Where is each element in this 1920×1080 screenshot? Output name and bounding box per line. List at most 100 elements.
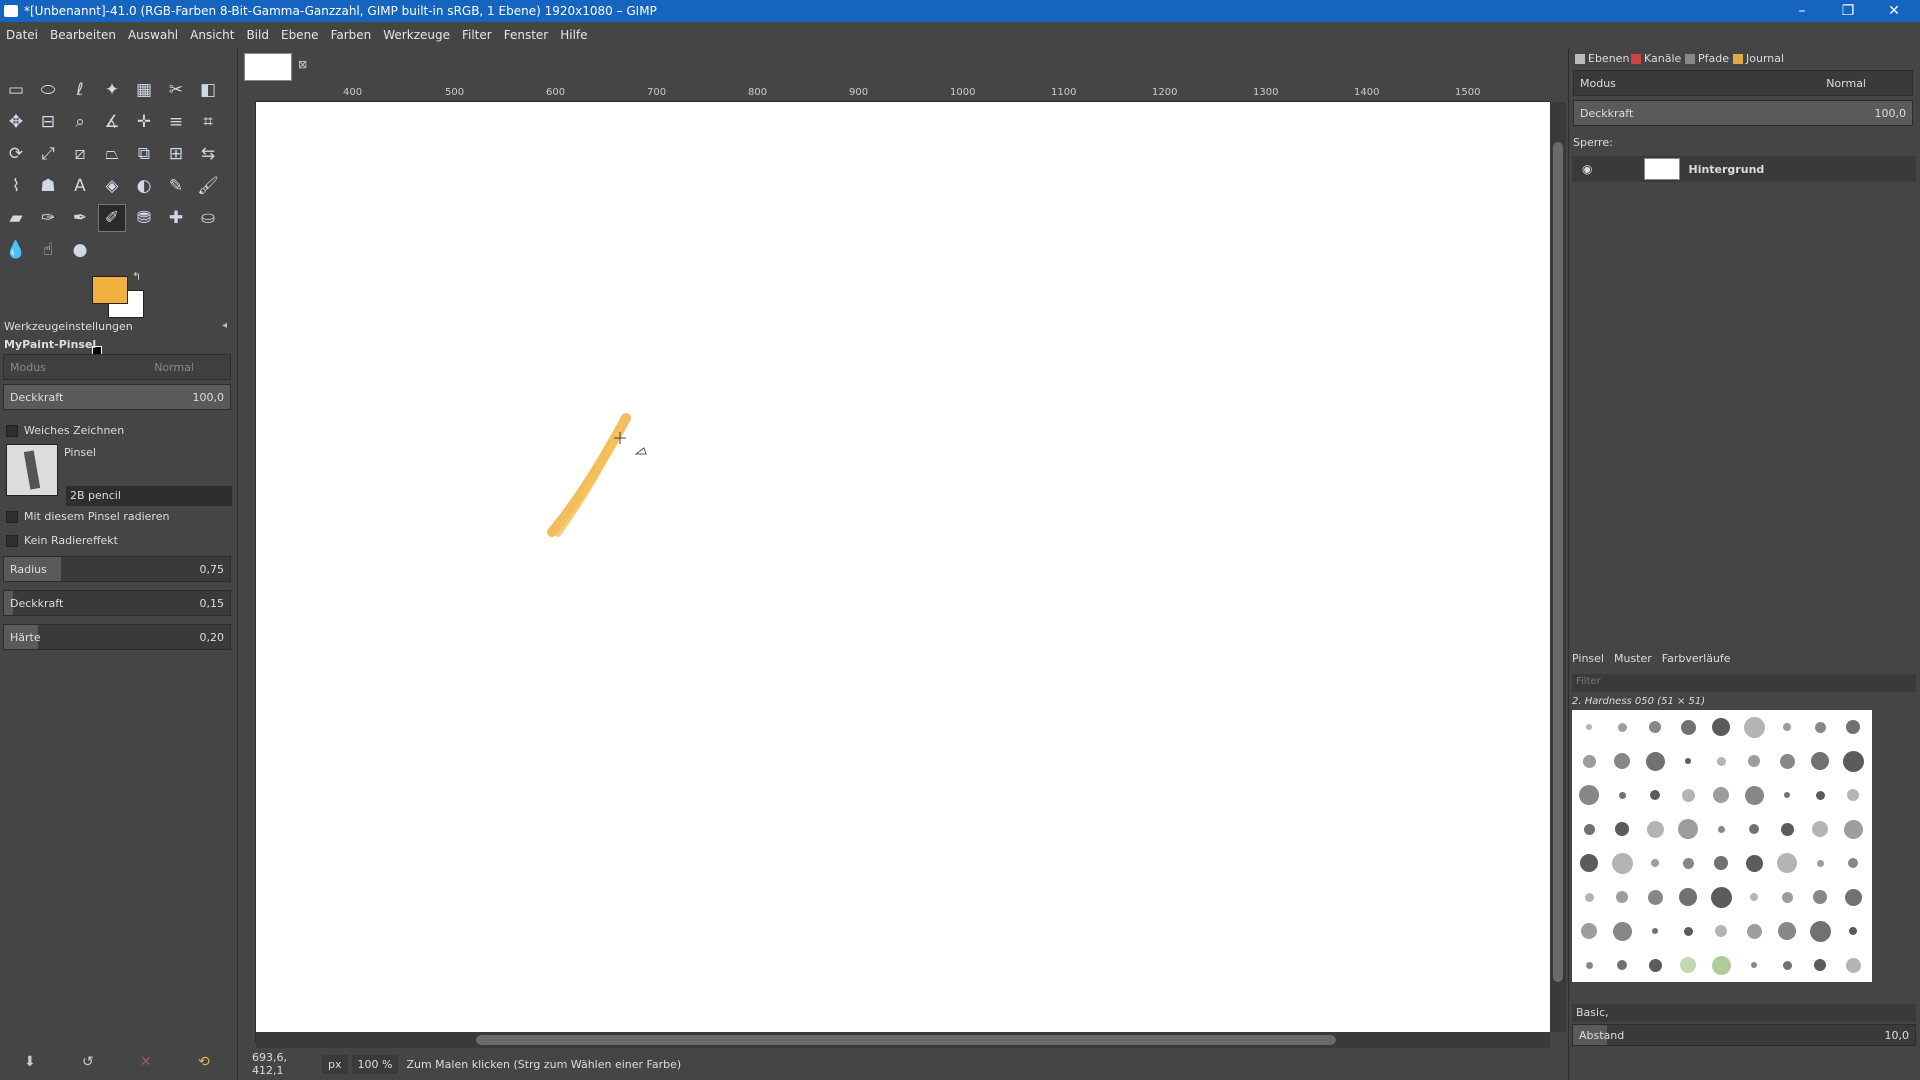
brush-cell[interactable] xyxy=(1640,916,1670,946)
brush-cell[interactable] xyxy=(1805,950,1835,980)
panel-menu-icon[interactable]: ◂ xyxy=(222,320,227,331)
unified-transform-icon[interactable]: ⧉ xyxy=(130,140,158,168)
visibility-eye-icon[interactable]: ◉ xyxy=(1582,162,1592,176)
smudge-icon[interactable]: ☝ xyxy=(34,236,62,264)
warp-icon[interactable]: ⌇ xyxy=(2,172,30,200)
brush-cell[interactable] xyxy=(1706,746,1736,776)
brush-cell[interactable] xyxy=(1640,882,1670,912)
brush-cell[interactable] xyxy=(1607,814,1637,844)
brush-cell[interactable] xyxy=(1706,882,1736,912)
airbrush-icon[interactable]: ✑ xyxy=(34,204,62,232)
horizontal-scrollbar[interactable] xyxy=(256,1032,1550,1048)
eraser-icon[interactable]: ▰ xyxy=(2,204,30,232)
vertical-scroll-thumb[interactable] xyxy=(1553,142,1563,982)
hardness-slider[interactable]: Härte 0,20 xyxy=(3,624,231,650)
brush-cell[interactable] xyxy=(1673,746,1703,776)
menu-ebene[interactable]: Ebene xyxy=(281,28,319,42)
perspective-icon[interactable]: ⏢ xyxy=(98,140,126,168)
scissors-icon[interactable]: ✂ xyxy=(162,76,190,104)
menu-fenster[interactable]: Fenster xyxy=(504,28,549,42)
brush-cell[interactable] xyxy=(1673,780,1703,810)
brush-cell[interactable] xyxy=(1574,780,1604,810)
layer-mode-select[interactable]: Modus Normal xyxy=(1573,70,1913,96)
brush-cell[interactable] xyxy=(1673,848,1703,878)
minimize-button[interactable]: – xyxy=(1780,0,1824,22)
maximize-button[interactable]: ❐ xyxy=(1826,0,1870,22)
brush-grid[interactable] xyxy=(1572,710,1872,982)
unit-select[interactable]: px xyxy=(322,1054,348,1074)
brush-cell[interactable] xyxy=(1607,780,1637,810)
dodge-burn-icon[interactable]: ● xyxy=(66,236,94,264)
radius-slider[interactable]: Radius 0,75 xyxy=(3,556,231,582)
tab-muster[interactable]: Muster xyxy=(1614,652,1652,665)
close-button[interactable]: ✕ xyxy=(1872,0,1916,22)
gradient-icon[interactable]: ◐ xyxy=(130,172,158,200)
brush-cell[interactable] xyxy=(1706,916,1736,946)
spacing-slider[interactable]: Abstand 10,0 xyxy=(1572,1024,1916,1046)
brush-cell[interactable] xyxy=(1574,882,1604,912)
tab-farbverlaeufe[interactable]: Farbverläufe xyxy=(1662,652,1731,665)
crop-icon[interactable]: ⌗ xyxy=(194,108,222,136)
menu-auswahl[interactable]: Auswahl xyxy=(128,28,178,42)
close-image-tab-icon[interactable]: ⊠ xyxy=(298,58,307,71)
brush-cell[interactable] xyxy=(1706,814,1736,844)
menu-bearbeiten[interactable]: Bearbeiten xyxy=(50,28,116,42)
brush-cell[interactable] xyxy=(1739,916,1769,946)
brush-cell[interactable] xyxy=(1607,712,1637,742)
brush-cell[interactable] xyxy=(1772,950,1802,980)
no-erase-checkbox[interactable]: Kein Radiereffekt xyxy=(6,534,118,547)
tool-options-tab[interactable]: Werkzeugeinstellungen xyxy=(4,320,133,333)
brush-cell[interactable] xyxy=(1838,814,1868,844)
delete-options-icon[interactable]: ✕ xyxy=(140,1054,152,1070)
brush-cell[interactable] xyxy=(1838,780,1868,810)
flip-icon[interactable]: ⇆ xyxy=(194,140,222,168)
zoom-select[interactable]: 100 % xyxy=(351,1054,399,1074)
erase-with-brush-checkbox[interactable]: Mit diesem Pinsel radieren xyxy=(6,510,169,523)
brush-cell[interactable] xyxy=(1673,712,1703,742)
brush-cell[interactable] xyxy=(1772,814,1802,844)
heal-icon[interactable]: ✚ xyxy=(162,204,190,232)
brush-cell[interactable] xyxy=(1772,882,1802,912)
brush-cell[interactable] xyxy=(1673,950,1703,980)
ellipse-select-icon[interactable]: ⬭ xyxy=(34,76,62,104)
save-options-icon[interactable]: ⬇ xyxy=(24,1054,36,1070)
brush-cell[interactable] xyxy=(1607,916,1637,946)
brush-cell[interactable] xyxy=(1739,848,1769,878)
tab-kanaele[interactable]: Kanäle xyxy=(1631,52,1681,65)
swap-colors-icon[interactable]: ↰ xyxy=(132,270,141,283)
brush-cell[interactable] xyxy=(1772,746,1802,776)
brush-filter-input[interactable]: Filter xyxy=(1572,674,1916,692)
tab-ebenen[interactable]: Ebenen xyxy=(1575,52,1629,65)
brush-cell[interactable] xyxy=(1805,712,1835,742)
blur-icon[interactable]: 💧 xyxy=(2,236,30,264)
paintbrush-icon[interactable]: 🖌 xyxy=(194,172,222,200)
menu-filter[interactable]: Filter xyxy=(462,28,492,42)
brush-cell[interactable] xyxy=(1607,848,1637,878)
brush-name-field[interactable]: 2B pencil xyxy=(66,486,232,506)
brush-cell[interactable] xyxy=(1673,882,1703,912)
brush-cell[interactable] xyxy=(1805,882,1835,912)
ink-icon[interactable]: ✒ xyxy=(66,204,94,232)
brush-preview[interactable] xyxy=(6,444,58,496)
align-icon[interactable]: ⊟ xyxy=(34,108,62,136)
brush-cell[interactable] xyxy=(1640,848,1670,878)
pencil-icon[interactable]: ✎ xyxy=(162,172,190,200)
brush-cell[interactable] xyxy=(1838,746,1868,776)
brush-cell[interactable] xyxy=(1574,712,1604,742)
rect-select-icon[interactable]: ▭ xyxy=(2,76,30,104)
brush-cell[interactable] xyxy=(1838,950,1868,980)
restore-options-icon[interactable]: ↺ xyxy=(82,1054,94,1070)
brush-cell[interactable] xyxy=(1739,814,1769,844)
brush-cell[interactable] xyxy=(1574,950,1604,980)
brush-cell[interactable] xyxy=(1772,712,1802,742)
brush-cell[interactable] xyxy=(1706,950,1736,980)
brush-cell[interactable] xyxy=(1574,916,1604,946)
vertical-scrollbar[interactable] xyxy=(1550,102,1566,1032)
brush-cell[interactable] xyxy=(1673,814,1703,844)
menu-hilfe[interactable]: Hilfe xyxy=(560,28,587,42)
handle-transform-icon[interactable]: ⊞ xyxy=(162,140,190,168)
brush-cell[interactable] xyxy=(1640,814,1670,844)
brush-opacity-slider[interactable]: Deckkraft 0,15 xyxy=(3,590,231,616)
mypaint-brush-icon[interactable]: ✐ xyxy=(98,204,126,232)
brush-cell[interactable] xyxy=(1607,950,1637,980)
